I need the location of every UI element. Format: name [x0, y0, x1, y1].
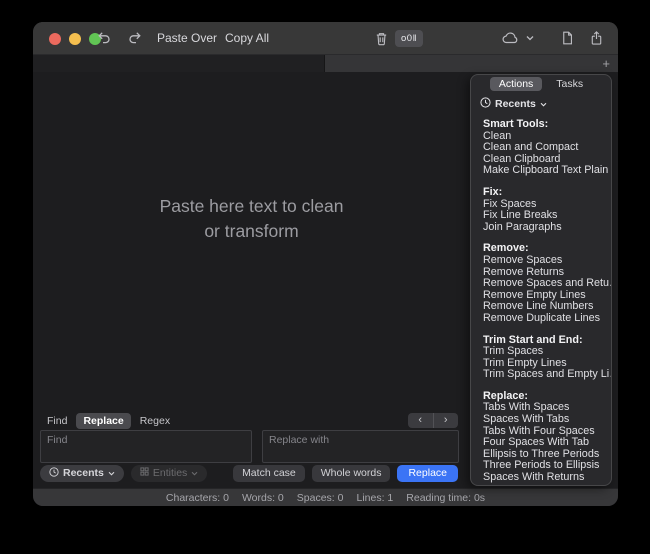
chevron-down-icon [108, 467, 115, 479]
actions-recents-dropdown[interactable]: Recents [471, 93, 611, 116]
clock-icon [480, 97, 491, 111]
undo-icon [96, 30, 112, 46]
action-group: Trim Start and End: Trim SpacesTrim Empt… [483, 335, 611, 381]
action-item[interactable]: Make Clipboard Text Plain [483, 165, 611, 177]
redo-button[interactable] [127, 22, 143, 54]
action-item[interactable]: Remove Duplicate Lines [483, 313, 611, 325]
action-group: Fix: Fix SpacesFix Line BreaksJoin Parag… [483, 187, 611, 233]
status-item: Reading time: 0s [406, 492, 485, 504]
next-match-button[interactable]: › [434, 413, 459, 428]
new-document-button[interactable] [560, 22, 575, 54]
status-item: Spaces: 0 [297, 492, 344, 504]
action-item[interactable]: Remove Spaces [483, 255, 611, 267]
redo-icon [127, 30, 143, 46]
actions-recents-label: Recents [495, 98, 536, 110]
action-item[interactable]: Spaces With Returns [483, 472, 611, 484]
content-area: Paste here text to clean or transform Fi… [33, 72, 618, 488]
panel-tab[interactable]: Tasks [547, 77, 592, 91]
editor-area[interactable]: Paste here text to clean or transform Fi… [33, 72, 470, 488]
action-item[interactable]: Trim Spaces [483, 346, 611, 358]
document-icon [560, 30, 575, 46]
find-mode-tab[interactable]: Find [40, 413, 74, 429]
previous-match-button[interactable]: ‹ [408, 413, 434, 428]
find-recents-dropdown[interactable]: Recents [40, 465, 124, 482]
status-item: Characters: 0 [166, 492, 229, 504]
action-item[interactable]: Fix Line Breaks [483, 210, 611, 222]
clock-icon [49, 467, 59, 480]
status-item: Lines: 1 [356, 492, 393, 504]
share-button[interactable] [589, 22, 604, 54]
action-item[interactable]: Join Paragraphs [483, 222, 611, 234]
status-item: Words: 0 [242, 492, 284, 504]
app-window: Paste Over Copy All o0‖ + Paste here tex… [33, 22, 618, 506]
action-group-items: Remove SpacesRemove ReturnsRemove Spaces… [483, 255, 611, 325]
counter-toggle-button[interactable]: o0‖ [395, 30, 423, 47]
action-group-title: Smart Tools: [483, 119, 611, 131]
icloud-sync-button[interactable] [501, 22, 534, 54]
editor-placeholder-line1: Paste here text to clean [33, 194, 470, 219]
find-input[interactable] [40, 430, 252, 463]
toolbar: Paste Over Copy All o0‖ [33, 22, 618, 55]
action-group: Remove: Remove SpacesRemove ReturnsRemov… [483, 243, 611, 324]
chevron-down-icon [526, 35, 534, 41]
replace-input[interactable] [262, 430, 459, 463]
match-case-toggle[interactable]: Match case [233, 465, 305, 482]
paste-over-button[interactable]: Paste Over [157, 22, 217, 54]
action-group-items: Tabs With SpacesSpaces With TabsTabs Wit… [483, 402, 611, 483]
action-item[interactable]: Spaces With Tabs [483, 414, 611, 426]
action-list: Smart Tools: CleanClean and CompactClean… [471, 116, 611, 485]
replace-button[interactable]: Replace [397, 465, 458, 482]
tab-bar: + [33, 55, 618, 72]
find-mode-tab[interactable]: Replace [76, 413, 130, 429]
find-mode-tab[interactable]: Regex [133, 413, 177, 429]
add-tab-button[interactable]: + [602, 55, 610, 72]
trash-icon [374, 31, 389, 46]
trash-button[interactable] [374, 22, 389, 54]
action-group-items: Trim SpacesTrim Empty LinesTrim Spaces a… [483, 346, 611, 381]
action-group-items: CleanClean and CompactClean ClipboardMak… [483, 131, 611, 177]
whole-words-toggle[interactable]: Whole words [312, 465, 391, 482]
entities-label: Entities [153, 467, 187, 479]
entities-icon [140, 467, 149, 479]
match-stepper: ‹ › [408, 413, 458, 428]
share-icon [589, 30, 604, 46]
action-item[interactable]: Remove Spaces and Retu… [483, 278, 611, 290]
cloud-icon [501, 30, 522, 46]
undo-button[interactable] [96, 22, 112, 54]
action-group: Replace: Tabs With SpacesSpaces With Tab… [483, 391, 611, 484]
chevron-down-icon [540, 98, 547, 110]
action-group-title: Fix: [483, 187, 611, 199]
close-window-button[interactable] [49, 33, 61, 45]
editor-placeholder-line2: or transform [33, 219, 470, 244]
actions-panel: Actions Tasks Recents Smart Tools: CleanC… [470, 74, 612, 486]
find-actions-row: Recents Entities Match case Whole words … [40, 464, 458, 482]
action-group: Smart Tools: CleanClean and CompactClean… [483, 119, 611, 177]
traffic-lights [49, 33, 101, 45]
entities-dropdown[interactable]: Entities [131, 465, 207, 482]
copy-all-button[interactable]: Copy All [225, 22, 269, 54]
editor-placeholder: Paste here text to clean or transform [33, 194, 470, 244]
find-mode-tabs: FindReplaceRegex [40, 413, 177, 429]
action-group-items: Fix SpacesFix Line BreaksJoin Paragraphs [483, 199, 611, 234]
find-recents-label: Recents [63, 467, 104, 479]
actions-panel-tabs: Actions Tasks [471, 75, 611, 93]
find-replace-panel: FindReplaceRegex ‹ › Recents Entities [33, 410, 470, 488]
action-item[interactable]: Trim Spaces and Empty Li… [483, 369, 611, 381]
status-bar: Characters: 0 Words: 0 Spaces: 0 Lines: 1 Re… [33, 488, 618, 506]
chevron-down-icon [191, 467, 198, 479]
document-tab[interactable] [33, 55, 325, 72]
minimize-window-button[interactable] [69, 33, 81, 45]
panel-tab[interactable]: Actions [490, 77, 542, 91]
